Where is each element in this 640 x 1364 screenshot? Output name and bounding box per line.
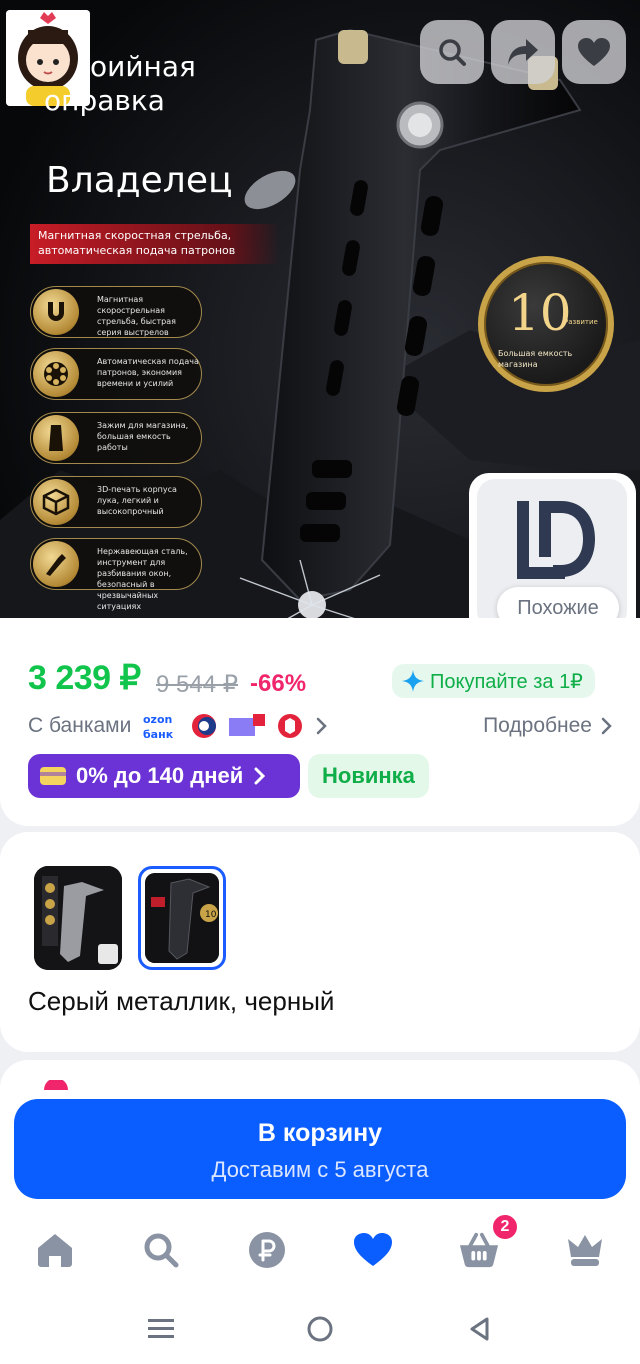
banks-label: С банками <box>28 714 132 737</box>
magazine-clip-icon <box>33 415 79 461</box>
hero-title-line1: оийная <box>90 50 196 83</box>
variant-grey-image <box>34 866 122 970</box>
tab-favorites[interactable] <box>353 1230 393 1270</box>
share-button[interactable] <box>491 20 555 84</box>
section-icon <box>44 1080 68 1090</box>
hammer-icon <box>33 541 79 587</box>
add-to-cart-label: В корзину <box>257 1119 383 1147</box>
bottom-tab-bar: 2 <box>0 1212 640 1292</box>
installment-label: 0% до 140 дней <box>76 763 244 788</box>
promo-label: Покупайте за 1₽ <box>430 670 583 693</box>
ozon-bank-logo: ozon банк <box>143 713 174 741</box>
system-navigation-bar <box>0 1292 640 1364</box>
hero-title-line2: оправка <box>44 84 165 117</box>
capacity-caption: Большая емкость магазина <box>498 349 573 369</box>
tab-home[interactable] <box>35 1230 75 1270</box>
card-icon <box>40 767 66 785</box>
variant-card: 10 Серый металлик, черный <box>0 832 640 1052</box>
capacity-sub: Развитие <box>564 318 598 326</box>
old-price: 9 544 ₽ <box>156 671 238 698</box>
home-button[interactable] <box>305 1314 335 1344</box>
favorite-button[interactable] <box>562 20 626 84</box>
discount-badge: -66% <box>250 670 307 697</box>
variant-black-image: 10 <box>145 873 219 963</box>
revolver-cylinder-icon <box>33 351 79 397</box>
feature-badge: Нержавеющая сталь, инструмент для разбив… <box>30 538 202 611</box>
similar-products-button[interactable]: Похожие <box>469 473 636 640</box>
tab-search[interactable] <box>141 1230 181 1270</box>
hero-subtitle: Владелец <box>46 160 233 201</box>
add-to-cart-button[interactable]: В корзину Доставим с 5 августа <box>14 1099 626 1199</box>
banner-line-2: автоматическая подача патронов <box>38 244 236 257</box>
buy-for-1-ruble-promo[interactable]: Покупайте за 1₽ <box>392 664 595 698</box>
heart-icon <box>354 1233 392 1266</box>
banner-line-1: Магнитная скоростная стрельба, <box>38 229 232 242</box>
search-icon <box>144 1233 179 1268</box>
search-button[interactable] <box>420 20 484 84</box>
menu-icon <box>148 1319 174 1338</box>
circle-home-icon <box>307 1316 333 1342</box>
crown-icon <box>568 1235 602 1266</box>
back-triangle-icon <box>470 1317 489 1341</box>
current-price: 3 239 ₽ <box>28 659 141 697</box>
svg-text:ozon: ozon <box>143 713 172 726</box>
feature-badge: Магнитная скорострельная стрельба, быстр… <box>30 286 202 338</box>
card-bank-logo <box>229 714 266 736</box>
chevron-right-icon <box>317 717 328 735</box>
ruble-icon <box>249 1232 285 1268</box>
search-icon <box>439 39 466 66</box>
feature-text: Автоматическая подача патронов, экономия… <box>97 357 199 388</box>
feature-text: Нержавеющая сталь, инструмент для разбив… <box>97 547 188 611</box>
installment-button[interactable]: 0% до 140 дней <box>28 754 300 798</box>
3d-cube-icon <box>33 479 79 525</box>
new-badge: Новинка <box>308 754 429 798</box>
sovcombank-logo <box>192 714 217 738</box>
capacity-number: 10 <box>508 284 572 342</box>
svg-text:банк: банк <box>143 728 174 741</box>
back-button[interactable] <box>464 1314 494 1344</box>
banks-more-link[interactable]: Подробнее <box>483 714 614 738</box>
variant-thumbnail-selected[interactable]: 10 <box>138 866 226 970</box>
feature-text: Магнитная скорострельная стрельба, быстр… <box>97 295 176 337</box>
feature-badge: Автоматическая подача патронов, экономия… <box>30 348 202 400</box>
sparkle-icon <box>402 670 424 692</box>
cart-count-badge: 2 <box>490 1212 520 1242</box>
share-icon <box>508 39 538 65</box>
bank-offers-row[interactable]: С банками ozon банк Подробнее <box>28 708 614 744</box>
banks-more-label: Подробнее <box>483 714 592 737</box>
magnet-icon <box>33 289 79 335</box>
heart-icon <box>578 38 610 66</box>
feature-badge: 3D-печать корпуса лука, легкий и высокоп… <box>30 476 202 528</box>
variant-name: Серый металлик, черный <box>28 986 335 1016</box>
tab-finance[interactable] <box>247 1230 287 1270</box>
product-hero-image[interactable]: оийная оправка Владелец Магнитная скорос… <box>0 0 640 645</box>
delivery-date: Доставим с 5 августа <box>211 1157 429 1182</box>
capacity-badge: 10 Развитие Большая емкость магазина <box>478 256 614 392</box>
feature-text: 3D-печать корпуса лука, легкий и высокоп… <box>97 485 177 516</box>
recent-apps-button[interactable] <box>146 1314 176 1344</box>
svg-text:10: 10 <box>205 910 217 920</box>
variant-thumbnail[interactable] <box>34 866 122 970</box>
home-icon <box>38 1234 72 1267</box>
chevron-right-icon <box>601 717 612 735</box>
price-card: 3 239 ₽ 9 544 ₽ -66% Покупайте за 1₽ С б… <box>0 618 640 826</box>
mkb-bank-logo <box>278 714 303 738</box>
hero-red-banner: Магнитная скоростная стрельба, автоматич… <box>30 224 280 264</box>
tab-profile[interactable] <box>565 1230 605 1270</box>
feature-badge: Зажим для магазина, большая емкость рабо… <box>30 412 202 464</box>
feature-text: Зажим для магазина, большая емкость рабо… <box>97 421 189 452</box>
chevron-right-icon <box>254 767 266 785</box>
